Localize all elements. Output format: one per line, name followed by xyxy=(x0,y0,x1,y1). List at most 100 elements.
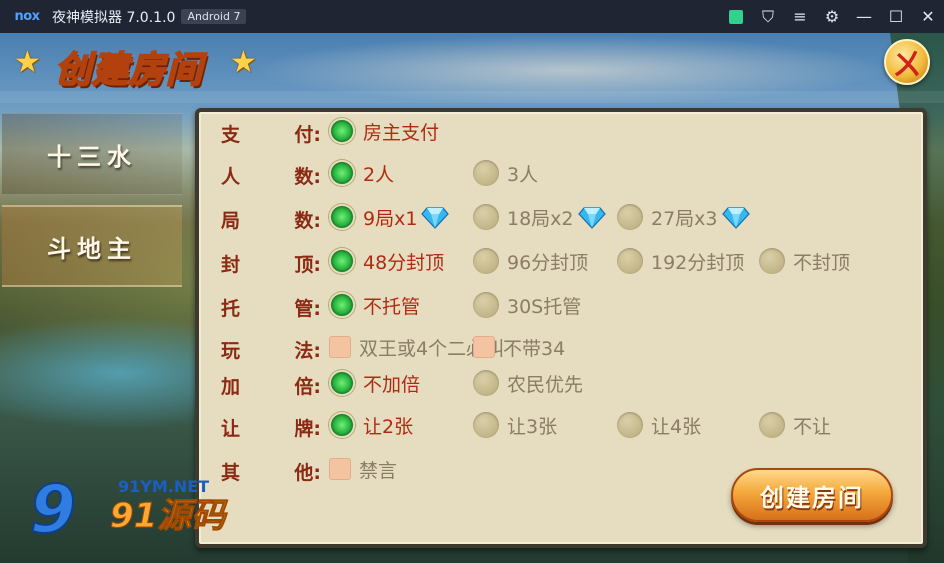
radio-option[interactable]: 不托管 xyxy=(329,291,420,319)
radio-unselected[interactable] xyxy=(473,204,499,230)
row-label-char: 支 xyxy=(221,124,241,146)
option-label: 让2张 xyxy=(363,415,414,438)
option-label: 192分封顶 xyxy=(651,251,745,274)
radio-unselected[interactable] xyxy=(473,292,499,318)
radio-option[interactable]: 农民优先 xyxy=(473,369,583,397)
tab-doudizhu[interactable]: 斗地主 xyxy=(2,205,182,287)
tab-shisanshui[interactable]: 十三水 xyxy=(2,113,182,195)
form-row: 加 倍: 不加倍 农民优先 xyxy=(199,366,923,400)
row-label-char: 牌: xyxy=(294,418,321,440)
watermark-url: 91YM.NET xyxy=(118,477,210,496)
radio-option[interactable]: 192分封顶 xyxy=(617,247,744,275)
maximize-icon[interactable]: ☐ xyxy=(880,0,912,33)
row-label: 加 倍: xyxy=(221,372,321,399)
tab-label: 斗地主 xyxy=(47,234,137,263)
row-label-char: 倍: xyxy=(294,376,321,398)
minimize-icon[interactable]: — xyxy=(848,0,880,33)
radio-option[interactable]: 让4张 xyxy=(617,411,701,439)
radio-option[interactable]: 96分封顶 xyxy=(473,247,588,275)
title-bar: nox 夜神模拟器 7.0.1.0 Android 7 ⛉ ≡ ⚙ — ☐ ✕ xyxy=(0,0,944,33)
diamond-icon xyxy=(721,207,750,229)
radio-option[interactable]: 不让 xyxy=(759,411,831,439)
checkbox[interactable] xyxy=(329,458,351,480)
star-icon: ★ xyxy=(230,45,257,80)
option-label: 27局x3 xyxy=(651,207,718,230)
radio-selected[interactable] xyxy=(329,204,355,230)
row-label: 托 管: xyxy=(221,294,321,321)
radio-option[interactable]: 9局x1 xyxy=(329,203,450,231)
nox-logo: nox xyxy=(14,9,40,24)
gear-icon[interactable]: ⚙ xyxy=(816,0,848,33)
radio-option[interactable]: 18局x2 xyxy=(473,203,606,231)
row-label: 让 牌: xyxy=(221,414,321,441)
option-label: 让3张 xyxy=(507,415,558,438)
radio-option[interactable]: 让2张 xyxy=(329,411,413,439)
window-controls: ⛉ ≡ ⚙ — ☐ ✕ xyxy=(720,0,944,33)
menu-icon[interactable]: ≡ xyxy=(784,0,816,33)
checkbox-option[interactable]: 不带34 xyxy=(473,333,565,361)
radio-selected[interactable] xyxy=(329,412,355,438)
checkbox[interactable] xyxy=(473,336,495,358)
checkbox[interactable] xyxy=(329,336,351,358)
radio-unselected[interactable] xyxy=(617,412,643,438)
radio-selected[interactable] xyxy=(329,292,355,318)
checkbox-option[interactable]: 禁言 xyxy=(329,455,397,483)
close-dialog-button[interactable]: ㄨ xyxy=(884,39,930,85)
game-screen: ★ 创建房间 ★ ㄨ 十三水 斗地主 创建房间 支付: 房主支付人数: 2人 3人局数… xyxy=(0,33,944,563)
green-square-icon[interactable] xyxy=(720,0,752,33)
form-row: 局 数: 9局x1 18局x2 27局x3 xyxy=(199,200,923,234)
app-title: 夜神模拟器 7.0.1.0 xyxy=(52,9,176,26)
form-row: 托 管: 不托管 30S托管 xyxy=(199,288,923,322)
row-label-char: 法: xyxy=(294,340,321,362)
option-label: 3人 xyxy=(507,163,539,186)
radio-option[interactable]: 2人 xyxy=(329,159,394,187)
radio-selected[interactable] xyxy=(329,160,355,186)
radio-unselected[interactable] xyxy=(617,204,643,230)
row-label-char: 人 xyxy=(221,166,241,188)
option-label: 不封顶 xyxy=(793,251,851,274)
close-x-icon: ㄨ xyxy=(892,48,922,83)
radio-unselected[interactable] xyxy=(473,370,499,396)
option-label: 禁言 xyxy=(359,459,398,482)
android-version-badge: Android 7 xyxy=(181,9,247,24)
form-row: 封 顶: 48分封顶 96分封顶 192分封顶 不封顶 xyxy=(199,244,923,278)
row-label-char: 付: xyxy=(294,124,321,146)
radio-unselected[interactable] xyxy=(473,160,499,186)
radio-option[interactable]: 不加倍 xyxy=(329,369,420,397)
radio-option[interactable]: 房主支付 xyxy=(329,117,439,145)
radio-option[interactable]: 27局x3 xyxy=(617,203,750,231)
radio-option[interactable]: 让3张 xyxy=(473,411,557,439)
radio-option[interactable]: 30S托管 xyxy=(473,291,581,319)
radio-selected[interactable] xyxy=(329,118,355,144)
option-label: 不加倍 xyxy=(363,373,421,396)
settings-panel: 创建房间 支付: 房主支付人数: 2人 3人局数: 9局x1 18局x2 27局x3 封顶: 4… xyxy=(195,108,927,548)
radio-option[interactable]: 48分封顶 xyxy=(329,247,444,275)
form-row: 支 付: 房主支付 xyxy=(199,114,923,148)
option-label: 房主支付 xyxy=(363,121,440,144)
row-label-char: 让 xyxy=(221,418,241,440)
watermark-nine: 9 xyxy=(29,471,77,548)
row-label-char: 封 xyxy=(221,254,241,276)
form-row: 让 牌: 让2张 让3张 让4张 不让 xyxy=(199,408,923,442)
row-label-char: 数: xyxy=(294,166,321,188)
radio-option[interactable]: 3人 xyxy=(473,159,538,187)
row-label-char: 管: xyxy=(294,298,321,320)
radio-unselected[interactable] xyxy=(759,412,785,438)
radio-selected[interactable] xyxy=(329,370,355,396)
radio-unselected[interactable] xyxy=(617,248,643,274)
row-label: 其他: xyxy=(221,458,321,485)
radio-unselected[interactable] xyxy=(759,248,785,274)
option-label: 让4张 xyxy=(651,415,702,438)
shirt-icon[interactable]: ⛉ xyxy=(752,0,784,33)
option-label: 不带34 xyxy=(503,337,566,360)
option-label: 18局x2 xyxy=(507,207,574,230)
row-label-char: 顶: xyxy=(294,254,321,276)
radio-selected[interactable] xyxy=(329,248,355,274)
radio-option[interactable]: 不封顶 xyxy=(759,247,850,275)
radio-unselected[interactable] xyxy=(473,248,499,274)
row-label-char: 玩 xyxy=(221,340,241,362)
page-title: 创建房间 xyxy=(54,49,204,92)
radio-unselected[interactable] xyxy=(473,412,499,438)
close-icon[interactable]: ✕ xyxy=(912,0,944,33)
option-label: 96分封顶 xyxy=(507,251,589,274)
